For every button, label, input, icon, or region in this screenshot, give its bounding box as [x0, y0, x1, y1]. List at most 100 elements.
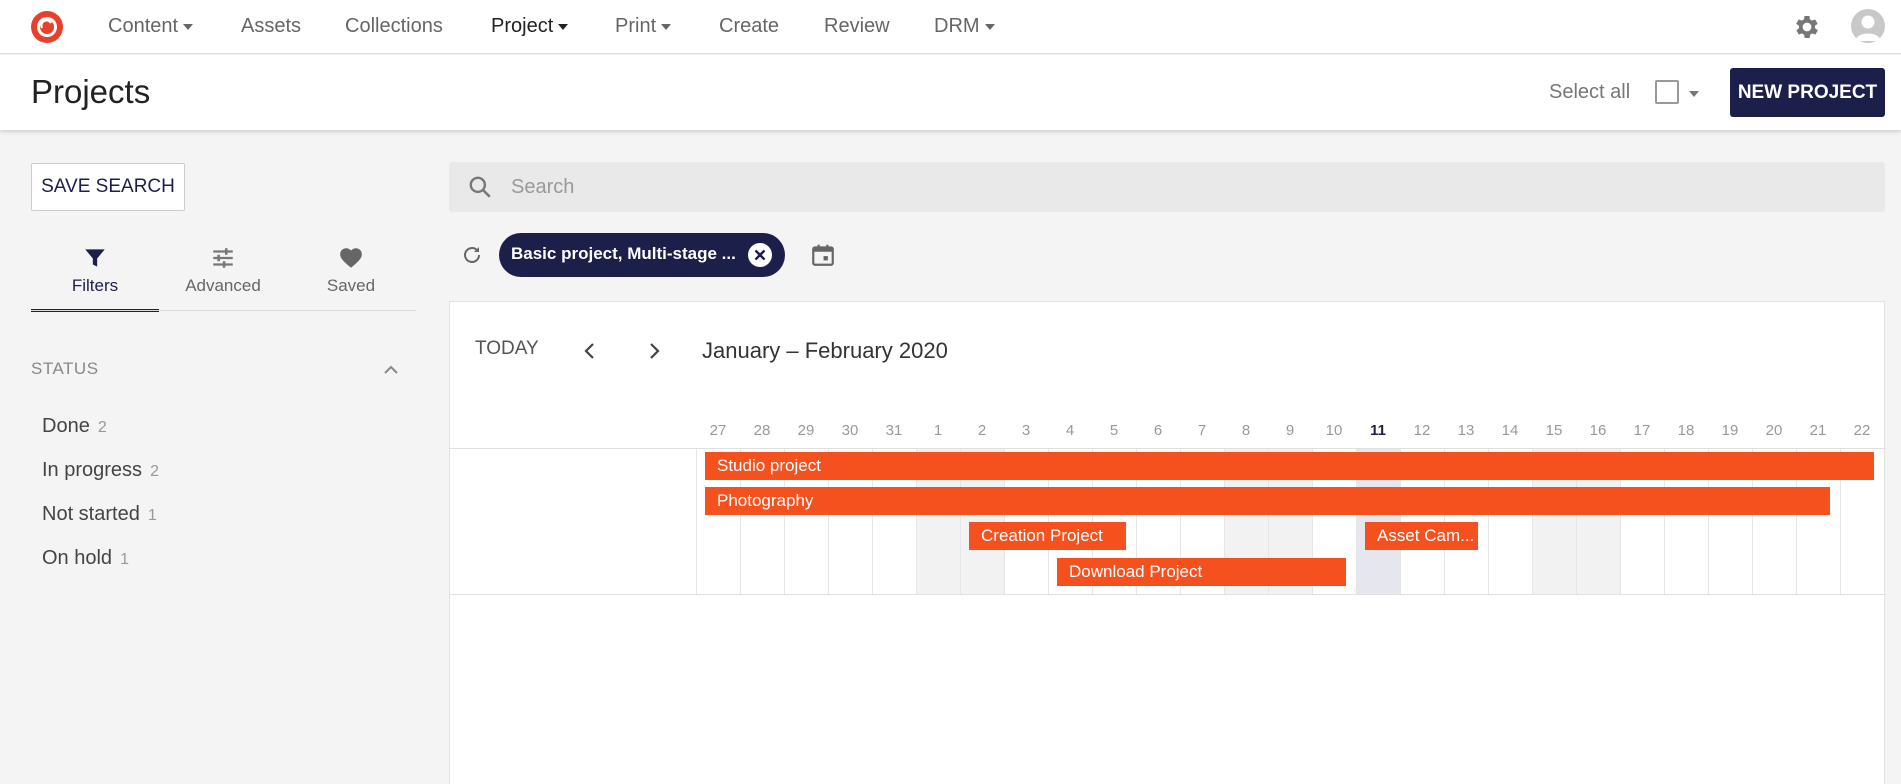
- nav-content[interactable]: Content: [108, 0, 194, 54]
- select-all-dropdown-icon[interactable]: [1689, 91, 1699, 97]
- day-tick-label: 22: [1853, 422, 1871, 439]
- search-icon: [469, 176, 491, 198]
- date-range-title: January – February 2020: [702, 338, 948, 363]
- select-all-checkbox[interactable]: [1655, 80, 1679, 104]
- grid-bottom-divider: [450, 594, 1886, 595]
- person-icon: [1855, 15, 1881, 41]
- status-label: Not started: [42, 503, 140, 525]
- app-logo-icon[interactable]: [29, 9, 65, 45]
- chevron-down-icon: [661, 23, 672, 30]
- day-tick-label: 14: [1501, 422, 1519, 439]
- project-bar[interactable]: Download Project: [1057, 558, 1346, 586]
- chevron-left-icon[interactable]: [579, 340, 601, 362]
- nav-assets-label: Assets: [241, 15, 302, 37]
- save-search-button[interactable]: SAVE SEARCH: [31, 163, 185, 211]
- nav-review-label: Review: [824, 15, 890, 37]
- day-tick-label: 3: [1021, 422, 1031, 439]
- nav-content-label: Content: [108, 15, 179, 37]
- day-tick-label: 17: [1633, 422, 1651, 439]
- day-tick-label: 13: [1457, 422, 1475, 439]
- tab-advanced[interactable]: Advanced: [159, 242, 287, 312]
- project-bar[interactable]: Photography: [705, 487, 1830, 515]
- day-axis: 27 28 29 30 31 1 2 3 4 5 6 7 8 9 10 11 12 13 14 15 16 17 18 19 2…: [450, 422, 1886, 442]
- gear-icon[interactable]: [1792, 12, 1822, 42]
- page-title: Projects: [31, 73, 151, 110]
- project-bar[interactable]: Studio project: [705, 452, 1874, 480]
- status-count: 1: [147, 507, 157, 524]
- chevron-down-icon: [984, 23, 995, 30]
- day-tick-label: 12: [1413, 422, 1431, 439]
- nav-create-label: Create: [719, 15, 780, 37]
- nav-project-label: Project: [491, 15, 554, 37]
- chevron-down-icon: [183, 23, 194, 30]
- day-tick-label: 4: [1065, 422, 1075, 439]
- project-bar[interactable]: Creation Project: [969, 522, 1126, 550]
- today-button[interactable]: TODAY: [475, 338, 539, 360]
- refresh-icon[interactable]: [460, 243, 484, 267]
- nav-print-label: Print: [615, 15, 657, 37]
- day-tick-label: 10: [1325, 422, 1343, 439]
- status-filter-in-progress[interactable]: In progress 2: [42, 459, 159, 482]
- tab-advanced-label: Advanced: [185, 276, 261, 295]
- status-label: In progress: [42, 459, 143, 481]
- status-label: Done: [42, 415, 90, 437]
- day-tick-label: 21: [1809, 422, 1827, 439]
- tab-saved-label: Saved: [326, 276, 376, 295]
- day-tick-label: 18: [1677, 422, 1695, 439]
- chevron-right-icon[interactable]: [643, 340, 665, 362]
- nav-create[interactable]: Create: [719, 0, 779, 54]
- day-tick-label: 2: [977, 422, 987, 439]
- day-tick-label: 20: [1765, 422, 1783, 439]
- filter-chip[interactable]: Basic project, Multi-stage ...: [499, 233, 785, 277]
- search-bar: [449, 162, 1885, 212]
- day-tick-label: 27: [709, 422, 727, 439]
- chevron-down-icon: [558, 23, 569, 30]
- sliders-icon: [213, 248, 233, 268]
- tabs-divider: [31, 310, 416, 311]
- day-tick-label: 1: [933, 422, 943, 439]
- day-tick-label: 7: [1197, 422, 1207, 439]
- nav-assets[interactable]: Assets: [241, 0, 301, 54]
- day-tick-label: 29: [797, 422, 815, 439]
- day-tick-label: 30: [841, 422, 859, 439]
- chevron-up-icon[interactable]: [381, 360, 401, 380]
- day-tick-label: 28: [753, 422, 771, 439]
- filter-icon: [85, 249, 105, 267]
- status-count: 1: [120, 551, 129, 568]
- status-count: 2: [97, 419, 107, 436]
- status-filter-done[interactable]: Done 2: [42, 415, 107, 438]
- project-bars: Studio project Photography Creation Projec…: [450, 449, 1886, 594]
- day-tick-label: 5: [1109, 422, 1119, 439]
- day-tick-label: 8: [1241, 422, 1251, 439]
- close-circle-icon[interactable]: [747, 242, 773, 268]
- page-header: Projects Select all NEW PROJECT: [0, 55, 1901, 130]
- day-tick-label: 9: [1285, 422, 1295, 439]
- day-tick-label: 15: [1545, 422, 1563, 439]
- new-project-button[interactable]: NEW PROJECT: [1730, 68, 1885, 117]
- day-tick-label: 11: [1370, 422, 1386, 439]
- select-all-label: Select all: [1549, 81, 1631, 103]
- nav-review[interactable]: Review: [824, 0, 890, 54]
- nav-collections-label: Collections: [345, 15, 443, 37]
- filter-chip-label: Basic project, Multi-stage ...: [511, 244, 736, 263]
- nav-drm[interactable]: DRM: [934, 0, 995, 54]
- calendar-icon[interactable]: [810, 242, 836, 268]
- status-filter-on-hold[interactable]: On hold 1: [42, 547, 129, 570]
- day-tick-label: 19: [1721, 422, 1739, 439]
- day-tick-label: 16: [1589, 422, 1607, 439]
- search-input[interactable]: [511, 167, 1861, 207]
- nav-print[interactable]: Print: [615, 0, 672, 54]
- status-filter-not-started[interactable]: Not started 1: [42, 503, 157, 526]
- user-avatar[interactable]: [1851, 9, 1885, 43]
- day-tick-label: 31: [885, 422, 903, 439]
- tab-saved[interactable]: Saved: [287, 242, 415, 312]
- tab-filters[interactable]: Filters: [31, 242, 159, 312]
- project-bar[interactable]: Asset Cam...: [1365, 522, 1478, 550]
- nav-drm-label: DRM: [934, 15, 980, 37]
- day-tick-label: 6: [1153, 422, 1163, 439]
- status-section-heading: STATUS: [31, 359, 99, 378]
- nav-project[interactable]: Project: [491, 0, 569, 54]
- nav-collections[interactable]: Collections: [345, 0, 443, 54]
- timeline-panel: TODAY January – February 2020 27 28 29 30 31…: [449, 301, 1886, 784]
- heart-icon: [340, 248, 362, 268]
